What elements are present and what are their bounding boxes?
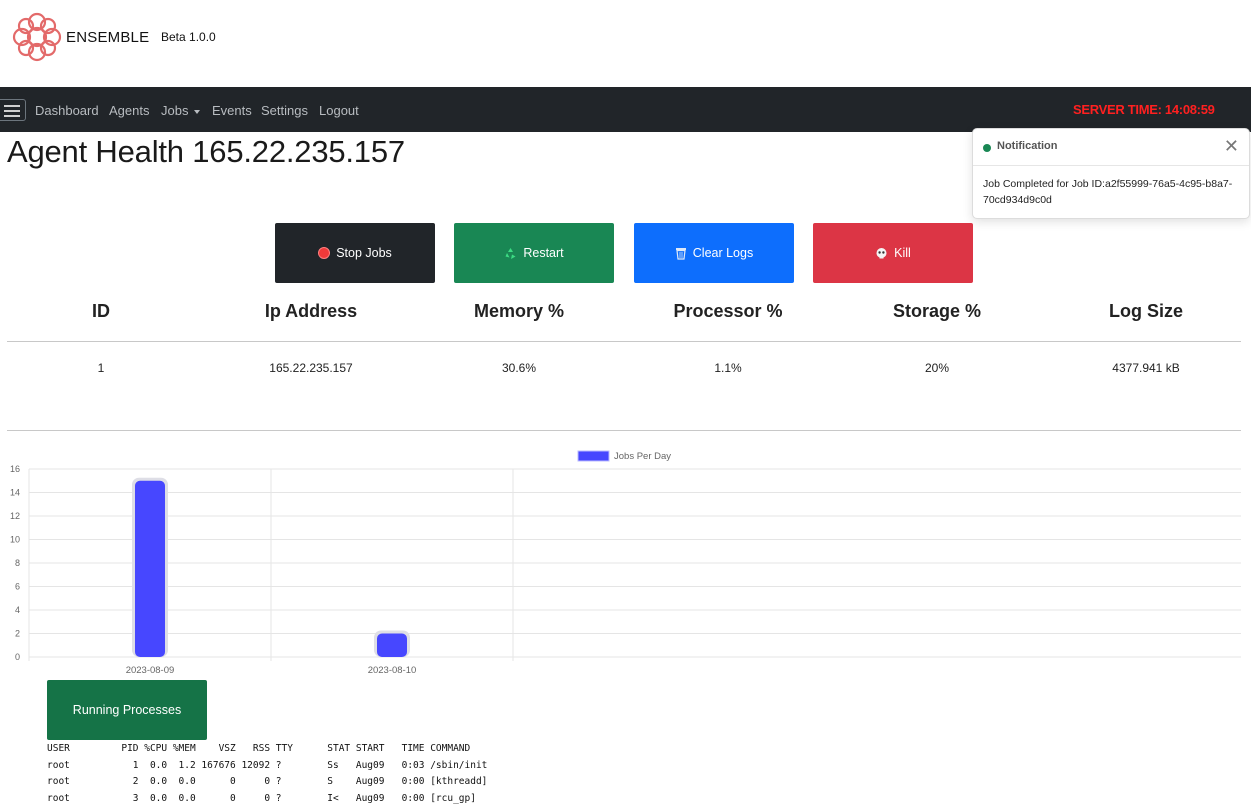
- toast-message: Job Completed for Job ID:a2f55999-76a5-4…: [983, 178, 1233, 206]
- y-tick-label: 16: [10, 464, 20, 474]
- y-tick-label: 2: [15, 629, 20, 639]
- header-processor: Processor %: [673, 301, 783, 321]
- legend-label: Jobs Per Day: [614, 451, 671, 462]
- cell-storage: 20%: [924, 361, 950, 375]
- x-tick-label: 2023-08-09: [126, 665, 175, 676]
- caret-down-icon: [194, 109, 201, 114]
- header-storage: Storage %: [892, 301, 982, 321]
- nav-settings[interactable]: Settings: [261, 103, 308, 118]
- cell-id: 1: [97, 361, 105, 375]
- skull-icon: [876, 247, 887, 258]
- server-time: SERVER TIME: 14:08:59: [1073, 102, 1215, 117]
- bar: [135, 480, 165, 657]
- process-row: root 1 0.0 1.2 167676 12092 ? Ss Aug09 0…: [47, 759, 488, 771]
- table-divider: [7, 341, 1241, 342]
- menu-toggle-icon[interactable]: [0, 99, 26, 121]
- header-ip-address: Ip Address: [264, 301, 358, 321]
- cell-processor: 1.1%: [714, 361, 742, 375]
- page-title: Agent Health 165.22.235.157: [7, 134, 405, 169]
- section-divider: [7, 430, 1241, 431]
- y-tick-label: 10: [10, 535, 20, 545]
- bar: [377, 633, 407, 657]
- header-memory: Memory %: [473, 301, 565, 321]
- running-processes-button[interactable]: Running Processes: [47, 680, 207, 740]
- status-dot-icon: [983, 144, 991, 152]
- celtic-knot-logo-icon[interactable]: [10, 10, 64, 64]
- top-navbar: Dashboard Agents Jobs Events Settings Lo…: [0, 87, 1251, 132]
- cell-ip-address: 165.22.235.157: [269, 361, 353, 375]
- y-tick-label: 0: [15, 652, 20, 662]
- kill-button[interactable]: Kill: [813, 223, 973, 283]
- nav-jobs-label: Jobs: [161, 103, 189, 118]
- process-list: USER PID %CPU %MEM VSZ RSS TTY STAT STAR…: [47, 741, 487, 807]
- nav-dashboard[interactable]: Dashboard: [35, 103, 99, 118]
- y-tick-label: 4: [15, 605, 20, 615]
- clear-logs-button[interactable]: Clear Logs: [634, 223, 794, 283]
- clear-logs-label: Clear Logs: [692, 246, 754, 260]
- brand-name[interactable]: ENSEMBLE: [66, 29, 149, 46]
- restart-label: Restart: [523, 246, 564, 260]
- nav-agents[interactable]: Agents: [109, 103, 149, 118]
- stop-circle-icon: [318, 247, 331, 259]
- y-tick-label: 6: [15, 582, 20, 592]
- notification-toast: Notification ✕ Job Completed for Job ID:…: [972, 128, 1250, 219]
- version-label: Beta 1.0.0: [161, 30, 216, 44]
- nav-events[interactable]: Events: [212, 103, 252, 118]
- nav-jobs[interactable]: Jobs: [161, 103, 201, 118]
- toast-header: Notification ✕: [973, 129, 1249, 166]
- kill-label: Kill: [894, 246, 911, 260]
- y-tick-label: 8: [15, 558, 20, 568]
- stop-jobs-label: Stop Jobs: [336, 246, 392, 260]
- nav-logout[interactable]: Logout: [319, 103, 359, 118]
- y-tick-label: 14: [10, 488, 20, 498]
- wastebasket-icon: [675, 247, 686, 260]
- header-log-size: Log Size: [1108, 301, 1184, 321]
- process-row: root 3 0.0 0.0 0 0 ? I< Aug09 0:00 [rcu_…: [47, 792, 476, 804]
- stop-jobs-button[interactable]: Stop Jobs: [275, 223, 435, 283]
- header-id: ID: [92, 301, 110, 321]
- jobs-per-day-chart: 0 2 4 6 8 10 12 14 16 2023-08-09 2023-08-10 Jobs Pe…: [10, 450, 1241, 676]
- y-tick-label: 12: [10, 511, 20, 521]
- toast-title: Notification: [997, 140, 1058, 152]
- recycle-icon: [505, 247, 516, 259]
- brand-header: ENSEMBLE Beta 1.0.0: [0, 0, 1251, 87]
- restart-button[interactable]: Restart: [454, 223, 614, 283]
- x-tick-label: 2023-08-10: [368, 665, 417, 676]
- cell-log-size: 4377.941 kB: [1112, 361, 1180, 375]
- cell-memory: 30.6%: [501, 361, 537, 375]
- close-icon[interactable]: ✕: [1224, 137, 1239, 155]
- legend-swatch: [577, 450, 610, 462]
- process-row: root 2 0.0 0.0 0 0 ? S Aug09 0:00 [kthre…: [47, 776, 488, 787]
- process-list-header: USER PID %CPU %MEM VSZ RSS TTY STAT STAR…: [47, 743, 471, 754]
